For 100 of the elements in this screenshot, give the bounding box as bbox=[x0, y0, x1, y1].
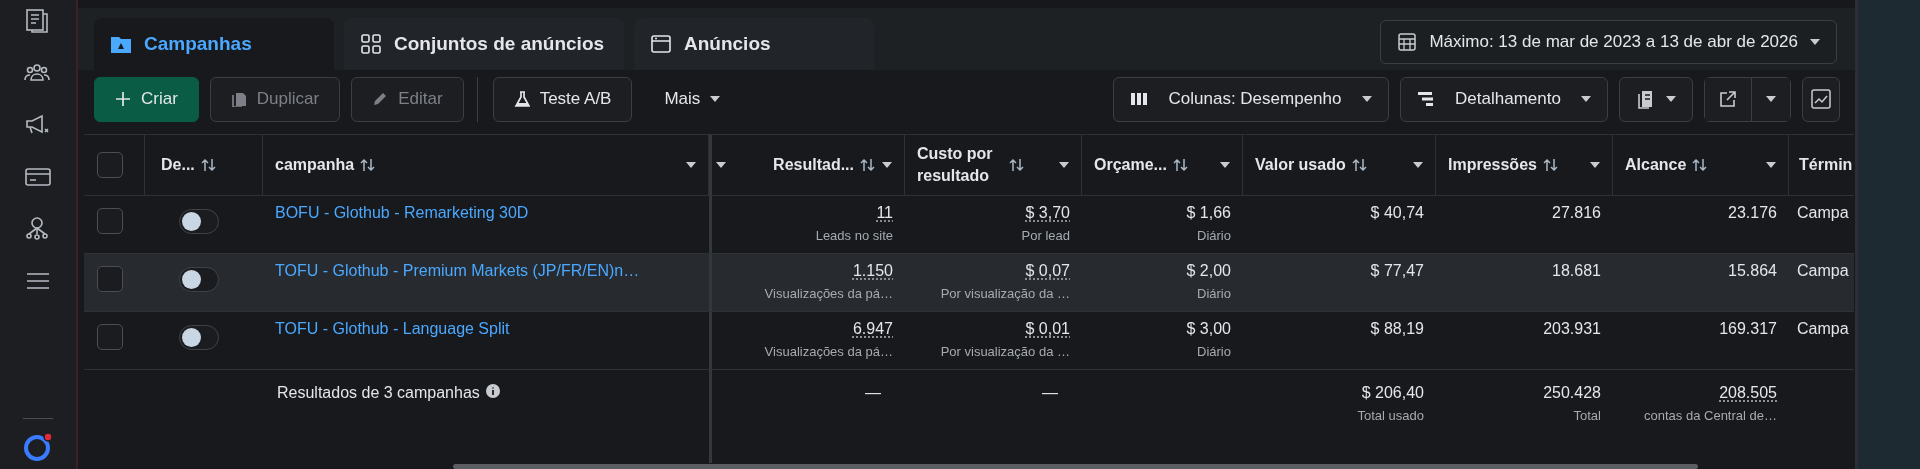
view-button[interactable]: Detalhamento bbox=[1400, 76, 1608, 122]
end-value: Campa bbox=[1797, 320, 1849, 337]
sort-icon bbox=[1172, 158, 1189, 172]
flask-icon bbox=[513, 91, 530, 107]
impressions-value-label: Total bbox=[1573, 408, 1601, 423]
sort-icon bbox=[1542, 158, 1559, 172]
grid-icon bbox=[360, 33, 382, 55]
results-value: — bbox=[865, 384, 881, 402]
results-value: 11 bbox=[876, 204, 893, 222]
amount-spent: $ 88,19 bbox=[1370, 320, 1424, 338]
amount-spent: $ 206,40 bbox=[1361, 384, 1424, 402]
caret-icon bbox=[1413, 162, 1423, 168]
cost-value-label: Por visualização da … bbox=[940, 286, 1070, 301]
sort-icon bbox=[1692, 158, 1709, 172]
caret-icon bbox=[1220, 162, 1230, 168]
caret-icon bbox=[716, 162, 726, 168]
cost-value: $ 0,01 bbox=[1025, 320, 1070, 338]
checkbox[interactable] bbox=[97, 324, 123, 350]
breakdown-icon bbox=[1417, 91, 1435, 107]
pencil-icon bbox=[372, 91, 389, 107]
checkbox[interactable] bbox=[97, 266, 123, 292]
column-header[interactable]: campanha bbox=[275, 156, 355, 174]
budget-value-label: Diário bbox=[1197, 228, 1231, 243]
date-range-button[interactable]: Máximo: 13 de mar de 2023 a 13 de abr de 2026 bbox=[1380, 20, 1837, 64]
ring-logo-icon[interactable] bbox=[22, 431, 54, 463]
reach-value: 23.176 bbox=[1728, 204, 1777, 222]
line-chart-icon bbox=[1811, 89, 1831, 109]
amount-spent-label: Total usado bbox=[1357, 408, 1424, 423]
info-icon bbox=[485, 384, 500, 398]
view-button[interactable]: Colunas: Desempenho bbox=[1113, 76, 1389, 122]
cost-value: $ 0,07 bbox=[1025, 262, 1070, 280]
column-header[interactable]: Términ bbox=[1799, 156, 1853, 174]
column-header[interactable]: Resultad... bbox=[773, 156, 854, 174]
tab[interactable]: Anúncios bbox=[634, 18, 874, 70]
impressions-value: 203.931 bbox=[1543, 320, 1601, 338]
checkbox[interactable] bbox=[97, 208, 123, 234]
toggle-switch[interactable] bbox=[179, 325, 219, 350]
impressions-value: 250.428 bbox=[1543, 384, 1601, 402]
budget-value: $ 1,66 bbox=[1186, 204, 1231, 222]
chart-button[interactable] bbox=[1802, 76, 1840, 122]
end-value: Campa bbox=[1797, 262, 1849, 279]
column-header[interactable]: De... bbox=[161, 156, 195, 174]
cost-value: — bbox=[1042, 384, 1058, 402]
campaign-link[interactable]: BOFU - Glothub - Remarketing 30D bbox=[275, 196, 697, 222]
reach-value: 169.317 bbox=[1719, 320, 1777, 338]
campaign-link[interactable]: TOFU - Glothub - Premium Markets (JP/FR/EN)n… bbox=[275, 254, 697, 280]
reach-value-label: contas da Central de… bbox=[1644, 408, 1777, 423]
action-button[interactable]: Criar bbox=[94, 76, 199, 122]
caret-icon bbox=[1766, 162, 1776, 168]
tab[interactable]: Conjuntos de anúncios bbox=[344, 18, 624, 70]
reach-value: 208.505 bbox=[1719, 384, 1777, 402]
sort-icon bbox=[860, 158, 876, 172]
results-value: 1.150 bbox=[852, 262, 893, 280]
column-header[interactable]: Impressões bbox=[1448, 156, 1537, 174]
table-row[interactable]: TOFU - Glothub - Premium Markets (JP/FR/EN)n… 1.150 Visualizações da pá… $ 0,07 Por visualização da … $ 2,00 Diário $ 77,47 18.681 15.864 Campa bbox=[84, 254, 1854, 312]
toggle-switch[interactable] bbox=[179, 209, 219, 234]
action-button[interactable]: Mais bbox=[643, 76, 742, 122]
impressions-value: 27.816 bbox=[1552, 204, 1601, 222]
end-value: Campa bbox=[1797, 204, 1849, 221]
results-value-label: Leads no site bbox=[815, 228, 893, 243]
action-button[interactable]: Teste A/B bbox=[492, 76, 633, 122]
impressions-value: 18.681 bbox=[1552, 262, 1601, 280]
cost-value-label: Por visualização da … bbox=[940, 344, 1070, 359]
caret-icon bbox=[1362, 96, 1372, 102]
copy-icon bbox=[230, 91, 247, 107]
reach-value: 15.864 bbox=[1728, 262, 1777, 280]
sort-icon bbox=[200, 158, 217, 172]
cost-value: $ 3,70 bbox=[1025, 204, 1070, 222]
budget-value-label: Diário bbox=[1197, 286, 1231, 301]
toggle-switch[interactable] bbox=[179, 267, 219, 292]
caret-icon bbox=[1059, 162, 1069, 168]
sort-icon bbox=[1351, 158, 1368, 172]
columns-icon bbox=[1130, 91, 1148, 107]
column-header[interactable]: Valor usado bbox=[1255, 156, 1346, 174]
tab[interactable]: Campanhas bbox=[94, 18, 334, 70]
caret-icon bbox=[1810, 39, 1820, 45]
calendar-icon bbox=[1397, 32, 1418, 52]
budget-value: $ 2,00 bbox=[1186, 262, 1231, 280]
column-header[interactable]: Orçame... bbox=[1094, 156, 1167, 174]
results-value-label: Visualizações da pá… bbox=[764, 286, 893, 301]
budget-value-label: Diário bbox=[1197, 344, 1231, 359]
amount-spent: $ 40,74 bbox=[1370, 204, 1424, 222]
caret-icon bbox=[686, 162, 696, 168]
external-link-icon bbox=[1719, 90, 1737, 108]
results-value-label: Visualizações da pá… bbox=[764, 344, 893, 359]
reports-button[interactable] bbox=[1619, 76, 1693, 122]
table-row[interactable]: TOFU - Glothub - Language Split 6.947 Visualizações da pá… $ 0,01 Por visualização da … $ 3,00 Diário $ 88,19 203.931 169.317 Campa bbox=[84, 312, 1854, 370]
caret-icon bbox=[710, 96, 721, 102]
campaign-link[interactable]: TOFU - Glothub - Language Split bbox=[275, 312, 697, 338]
column-header[interactable]: Custo por resultado bbox=[917, 143, 1003, 187]
caret-icon bbox=[1766, 96, 1776, 102]
amount-spent: $ 77,47 bbox=[1370, 262, 1424, 280]
budget-value: $ 3,00 bbox=[1186, 320, 1231, 338]
column-header[interactable]: Alcance bbox=[1625, 156, 1687, 174]
export-button[interactable] bbox=[1705, 77, 1751, 121]
totals-label: Resultados de 3 campanhas bbox=[277, 384, 480, 402]
plus-icon bbox=[115, 91, 131, 107]
caret-icon bbox=[1666, 96, 1676, 102]
caret-icon bbox=[882, 162, 892, 168]
checkbox[interactable] bbox=[97, 152, 123, 178]
